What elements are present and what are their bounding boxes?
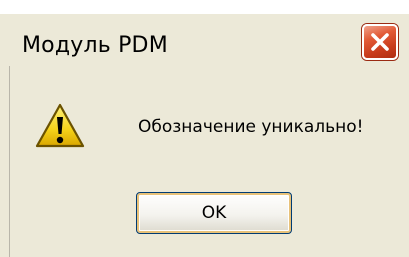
ok-button-label: OK <box>201 203 227 223</box>
dialog-message: Обозначение уникально! <box>138 117 364 137</box>
close-button[interactable] <box>362 24 398 60</box>
warning-icon <box>35 103 85 148</box>
close-icon <box>371 33 389 51</box>
ok-button[interactable]: OK <box>136 192 292 234</box>
message-dialog: Модуль PDM Обозначение уникально! OK <box>0 0 409 257</box>
window-left-border <box>0 66 10 257</box>
window-title: Модуль PDM <box>22 33 168 58</box>
